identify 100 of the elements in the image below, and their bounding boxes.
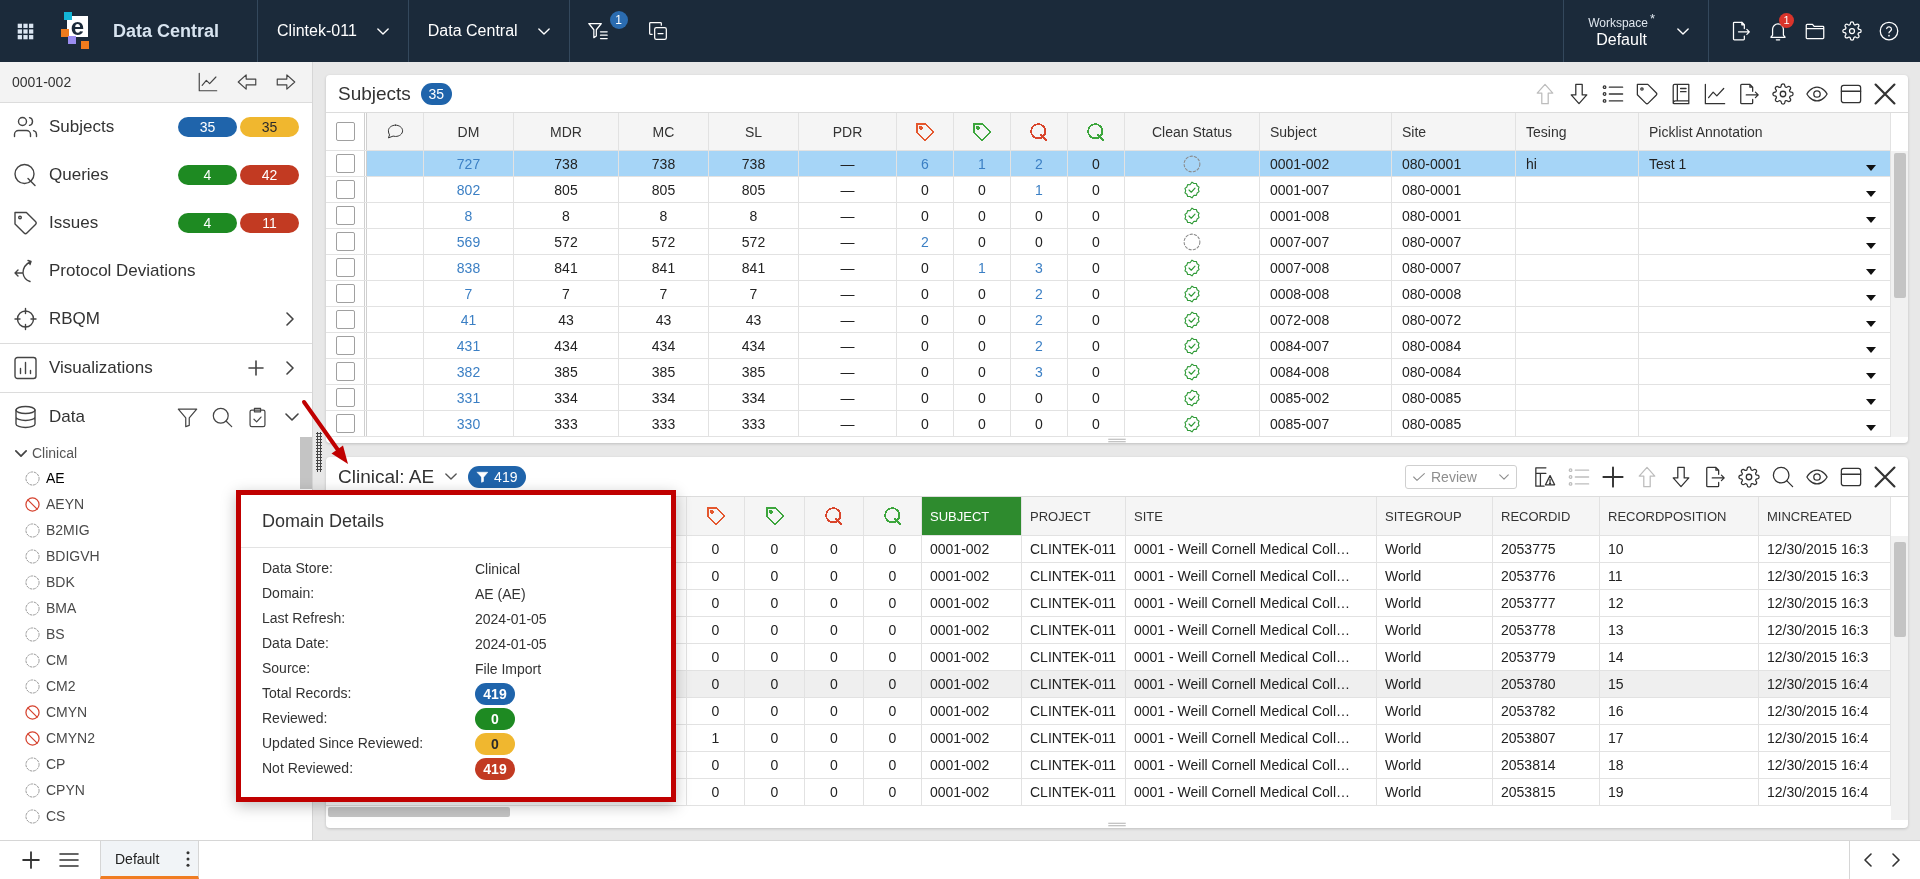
filter-count-badge[interactable]: 419 [468, 465, 527, 488]
menu-icon[interactable] [59, 853, 79, 867]
close-icon[interactable] [1874, 82, 1896, 105]
copy-icon[interactable] [647, 21, 668, 41]
export-icon[interactable] [1731, 21, 1751, 41]
row-checkbox[interactable] [335, 258, 355, 277]
column-header[interactable]: Clean Status [1125, 113, 1260, 150]
caret-icon[interactable] [1866, 425, 1876, 431]
table-cell[interactable]: 3 [1035, 259, 1043, 276]
tree-item[interactable]: CS [25, 803, 66, 829]
tree-item[interactable]: BS [25, 621, 65, 647]
arrow-down-icon[interactable] [1568, 82, 1590, 105]
search-icon[interactable] [1772, 465, 1794, 488]
table-cell[interactable]: 431 [456, 337, 481, 354]
column-header[interactable]: MINCREATED [1759, 497, 1891, 535]
panel-layout-icon[interactable] [1840, 465, 1862, 488]
book-icon[interactable] [1670, 82, 1692, 105]
caret-icon[interactable] [1866, 321, 1876, 327]
resize-grip-icon[interactable] [1106, 437, 1128, 443]
column-header[interactable]: Subject [1260, 113, 1392, 150]
count-badge[interactable]: 35 [240, 117, 299, 137]
tag-icon[interactable] [1636, 82, 1658, 105]
row-checkbox[interactable] [335, 336, 355, 355]
table-cell[interactable]: 382 [456, 363, 481, 380]
count-badge[interactable]: 4 [178, 213, 237, 233]
plus-icon[interactable] [22, 851, 40, 869]
chevron-left-icon[interactable] [1864, 853, 1872, 867]
tree-item[interactable]: BMA [25, 595, 77, 621]
row-checkbox[interactable] [335, 414, 355, 433]
caret-icon[interactable] [1866, 191, 1876, 197]
nav-item[interactable]: Data [13, 405, 85, 429]
tree-item[interactable]: B2MIG [25, 517, 90, 543]
row-checkbox[interactable] [335, 310, 355, 329]
table-cell[interactable]: 569 [456, 233, 481, 250]
tree-group[interactable]: Clinical [15, 441, 78, 465]
arrow-left-icon[interactable] [236, 72, 258, 92]
nav-item[interactable]: Visualizations [13, 356, 153, 380]
scrollbar-thumb[interactable] [1894, 542, 1906, 637]
table-cell[interactable]: 2 [1035, 337, 1043, 354]
caret-icon[interactable] [1866, 347, 1876, 353]
table-cell[interactable]: 8 [464, 207, 473, 224]
table-cell[interactable]: 1 [1035, 181, 1043, 198]
chevron-down-icon[interactable] [285, 413, 299, 421]
domain-dropdown[interactable]: Clinical: AE [338, 465, 458, 488]
scrollbar-track[interactable] [1891, 151, 1908, 437]
tree-item[interactable]: CPYN [25, 777, 85, 803]
table-row[interactable]: 569 572 572 572 — 2 0 0 0 0007-007 080-0007 [326, 229, 1891, 255]
tree-item[interactable]: AE [25, 465, 65, 491]
resize-grip-icon[interactable] [1106, 821, 1128, 827]
row-checkbox[interactable] [335, 206, 355, 225]
table-cell[interactable]: 41 [460, 311, 477, 328]
workspace-tab[interactable]: Default [100, 841, 199, 879]
table-cell[interactable]: 7 [464, 285, 473, 302]
table-row[interactable]: 330 333 333 333 — 0 0 0 0 0085-007 080-0085 [326, 411, 1891, 437]
column-header[interactable]: Tesing [1516, 113, 1639, 150]
table-warning-icon[interactable] [1534, 465, 1556, 488]
column-header[interactable]: PDR [799, 113, 897, 150]
caret-icon[interactable] [1866, 165, 1876, 171]
table-cell[interactable]: 331 [456, 389, 481, 406]
nav-item[interactable]: Queries [13, 163, 109, 187]
search-icon[interactable] [212, 406, 233, 428]
tree-item[interactable]: CP [25, 751, 66, 777]
row-checkbox[interactable] [335, 388, 355, 407]
table-row[interactable]: 382 385 385 385 — 0 0 3 0 0084-008 080-0084 [326, 359, 1891, 385]
table-row[interactable]: 8 8 8 8 — 0 0 0 0 0001-008 080-0001 [326, 203, 1891, 229]
nav-item[interactable]: Protocol Deviations [13, 259, 196, 283]
table-row[interactable]: 331 334 334 334 — 0 0 0 0 0085-002 080-0085 [326, 385, 1891, 411]
export-icon[interactable] [1704, 465, 1726, 488]
column-header[interactable]: SITE [1126, 497, 1377, 535]
table-cell[interactable]: 330 [456, 415, 481, 432]
select-all-checkbox[interactable] [335, 122, 355, 141]
nav-item[interactable]: Subjects [13, 115, 115, 139]
panel-layout-icon[interactable] [1840, 82, 1862, 105]
context-dropdown[interactable]: Data Central [408, 0, 569, 62]
column-header[interactable]: MDR [514, 113, 619, 150]
tree-item[interactable]: CM [25, 647, 68, 673]
apps-grid-icon[interactable] [17, 22, 34, 40]
filter-list-icon[interactable] [587, 21, 608, 41]
table-cell[interactable]: 802 [456, 181, 481, 198]
settings-icon[interactable] [1772, 82, 1794, 105]
more-vertical-icon[interactable] [186, 850, 190, 867]
table-row[interactable]: 802 805 805 805 — 0 0 1 0 0001-007 080-0001 [326, 177, 1891, 203]
column-header[interactable]: RECORDID [1493, 497, 1600, 535]
column-header[interactable]: Site [1392, 113, 1516, 150]
table-cell[interactable]: 1 [978, 259, 986, 276]
chevron-right-icon[interactable] [286, 312, 294, 326]
nav-item[interactable]: Issues [13, 211, 99, 235]
help-icon[interactable] [1879, 21, 1899, 41]
close-icon[interactable] [1874, 465, 1896, 488]
column-header[interactable]: DM [424, 113, 514, 150]
column-header[interactable]: MC [619, 113, 709, 150]
scrollbar-track[interactable] [1891, 536, 1908, 820]
column-header[interactable]: PROJECT [1022, 497, 1126, 535]
tree-item[interactable]: BDK [25, 569, 75, 595]
row-checkbox[interactable] [335, 154, 355, 173]
caret-icon[interactable] [1866, 373, 1876, 379]
count-badge[interactable]: 4 [178, 165, 237, 185]
column-header[interactable]: SL [709, 113, 799, 150]
row-checkbox[interactable] [335, 362, 355, 381]
table-cell[interactable]: 2 [921, 233, 929, 250]
